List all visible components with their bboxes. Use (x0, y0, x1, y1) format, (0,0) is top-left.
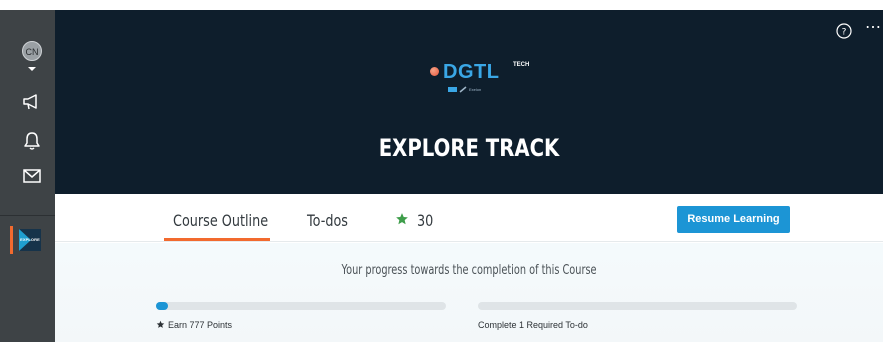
course-thumbnail: EXPLORE (19, 229, 41, 251)
sidebar-item-explore-course[interactable]: EXPLORE (0, 226, 55, 254)
course-tabs: Course Outline To-dos 30 Resume Learning (55, 194, 883, 242)
bell-icon[interactable] (21, 131, 43, 151)
points-progress-bar (156, 302, 446, 310)
dgtl-tech-logo: DGTL TECH Exelon (428, 60, 530, 100)
active-indicator (10, 226, 13, 254)
points-value: 30 (417, 211, 434, 230)
resume-learning-button[interactable]: Resume Learning (677, 206, 790, 233)
mail-icon[interactable] (21, 166, 43, 186)
star-icon (396, 213, 408, 225)
requirement-todo: Complete 1 Required To-do (478, 320, 588, 330)
progress-section: Your progress towards the completion of … (55, 243, 883, 342)
logo-dot (430, 67, 439, 76)
exelon-mark-icon (459, 86, 467, 93)
tab-course-outline[interactable]: Course Outline (173, 211, 268, 230)
requirement-points: Earn 777 Points (156, 320, 232, 330)
hero-banner: ? ⋯ DGTL TECH Exelon EXPLORE TRACK (55, 10, 883, 194)
tab-todos[interactable]: To-dos (307, 211, 348, 230)
megaphone-icon[interactable] (21, 92, 43, 112)
star-icon (156, 320, 165, 328)
logo-word: DGTL (443, 61, 500, 83)
avatar[interactable]: CN (22, 41, 42, 61)
progress-caption: Your progress towards the completion of … (341, 263, 597, 278)
top-strip (0, 0, 883, 10)
svg-text:?: ? (842, 28, 847, 38)
logo-subtext: Exelon (469, 87, 482, 92)
active-tab-underline (164, 238, 270, 241)
caret-down-icon[interactable] (27, 65, 37, 73)
sidebar: CN EXPLORE (0, 10, 55, 342)
requirement-points-label: Earn 777 Points (168, 320, 233, 330)
sidebar-divider (0, 215, 55, 216)
more-icon[interactable]: ⋯ (865, 19, 882, 37)
requirement-todo-label: Complete 1 Required To-do (478, 320, 588, 330)
points-progress-fill (156, 302, 168, 310)
todo-progress-bar (478, 302, 797, 310)
page-title: EXPLORE TRACK (378, 134, 560, 162)
logo-superscript: TECH (513, 62, 530, 68)
help-icon[interactable]: ? (836, 23, 852, 39)
